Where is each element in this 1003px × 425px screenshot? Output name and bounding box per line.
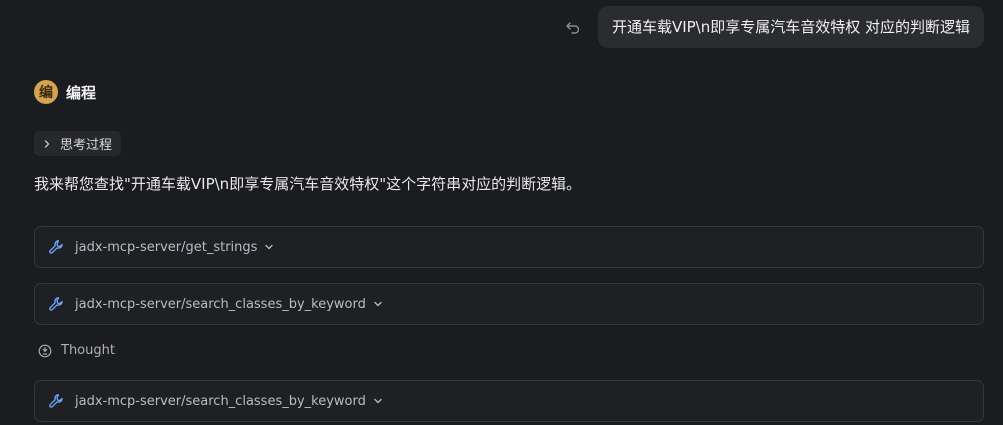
wrench-icon: [48, 296, 64, 312]
tool-call-name: jadx-mcp-server/search_classes_by_keywor…: [75, 296, 366, 312]
chevron-down-icon: [373, 396, 383, 406]
user-message-bubble: 开通车载VIP\n即享专属汽车音效特权 对应的判断逻辑: [597, 6, 984, 48]
tool-call-name: jadx-mcp-server/search_classes_by_keywor…: [75, 393, 366, 409]
chevron-right-icon: [42, 139, 52, 149]
assistant-intro-text: 我来帮您查找"开通车载VIP\n即享专属汽车音效特权"这个字符串对应的判断逻辑。: [34, 175, 582, 193]
wrench-icon: [48, 393, 64, 409]
tool-call-name: jadx-mcp-server/get_strings: [75, 239, 258, 255]
undo-icon[interactable]: [564, 18, 582, 36]
tool-call-card[interactable]: jadx-mcp-server/search_classes_by_keywor…: [34, 380, 984, 422]
thought-row[interactable]: Thought: [38, 343, 115, 358]
lightbulb-icon: [38, 344, 52, 358]
wrench-icon: [48, 239, 64, 255]
chevron-down-icon: [373, 299, 383, 309]
thinking-process-label: 思考过程: [60, 138, 113, 153]
tool-call-card[interactable]: jadx-mcp-server/get_strings: [34, 226, 984, 268]
assistant-header: 编 编程: [34, 80, 96, 104]
thinking-process-toggle[interactable]: 思考过程: [34, 131, 122, 156]
tool-call-card[interactable]: jadx-mcp-server/search_classes_by_keywor…: [34, 283, 984, 325]
assistant-name: 编程: [66, 83, 97, 102]
user-message-row: 开通车载VIP\n即享专属汽车音效特权 对应的判断逻辑: [564, 6, 984, 48]
chevron-down-icon: [264, 242, 274, 252]
chat-view: 开通车载VIP\n即享专属汽车音效特权 对应的判断逻辑 编 编程 思考过程 我来…: [0, 0, 1003, 425]
thought-label: Thought: [61, 343, 115, 358]
assistant-avatar: 编: [34, 80, 58, 104]
